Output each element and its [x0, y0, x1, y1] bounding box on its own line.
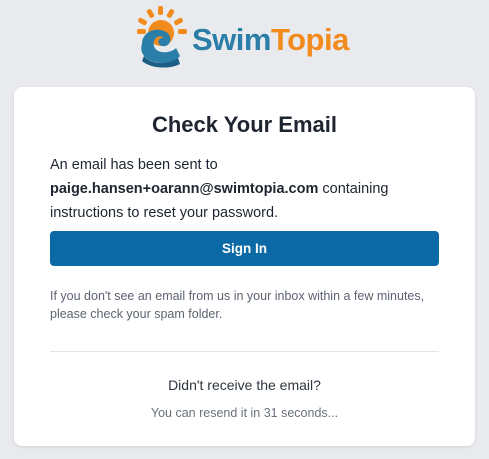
brand-name-part2: Topia — [270, 22, 349, 57]
page-title: Check Your Email — [151, 112, 338, 137]
message-prefix: An email has been sent to — [50, 157, 218, 173]
brand-name-part1: Swim — [192, 22, 271, 57]
recipient-email: paige.hansen+oarann@swimtopia.com — [50, 181, 319, 197]
confirmation-message: An email has been sent to paige.hansen+o… — [50, 153, 450, 225]
spam-folder-note: If you don't see an email from us in you… — [50, 289, 425, 321]
swimtopia-logo: SwimTopia — [136, 6, 358, 68]
didnt-receive-heading: Didn't receive the email? — [168, 377, 321, 393]
reset-confirmation-card: Check Your Email An email has been sent … — [14, 87, 475, 446]
sign-in-button[interactable]: Sign In — [50, 231, 439, 266]
resend-countdown: You can resend it in 31 seconds... — [150, 406, 339, 420]
divider — [50, 351, 439, 352]
sun-wave-icon — [137, 6, 187, 68]
brand-name: SwimTopia — [192, 23, 349, 57]
